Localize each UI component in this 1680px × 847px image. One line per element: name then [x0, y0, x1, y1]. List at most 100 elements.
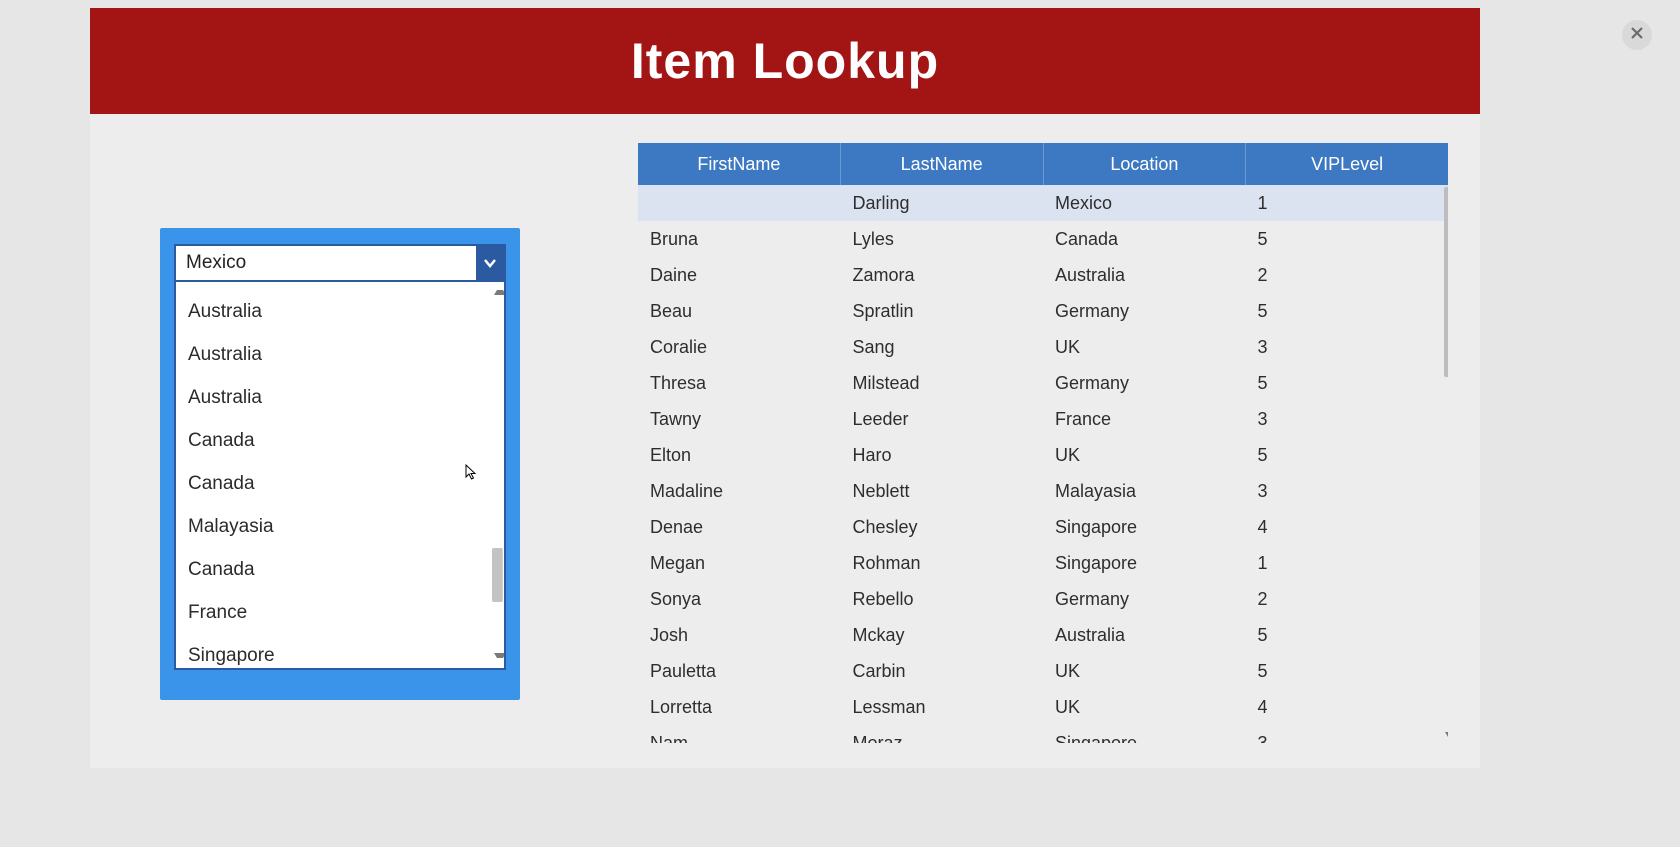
table-cell: Rebello: [841, 589, 1044, 610]
table-cell: Milstead: [841, 373, 1044, 394]
table-cell: 5: [1246, 229, 1449, 250]
table-row[interactable]: DarlingMexico1: [638, 185, 1448, 221]
table-cell: UK: [1043, 697, 1246, 718]
table-row[interactable]: TawnyLeederFrance3: [638, 401, 1448, 437]
dropdown-option[interactable]: France: [176, 591, 494, 634]
table-cell: 4: [1246, 517, 1449, 538]
column-header[interactable]: LastName: [841, 143, 1044, 185]
table-cell: Australia: [1043, 625, 1246, 646]
table-scrollbar[interactable]: [1444, 185, 1448, 743]
results-table: FirstNameLastNameLocationVIPLevel Darlin…: [638, 143, 1448, 743]
table-cell: Tawny: [638, 409, 841, 430]
table-cell: 1: [1246, 553, 1449, 574]
location-dropdown-container: Mexico AustraliaAustraliaAustraliaCanada…: [160, 228, 520, 700]
table-cell: Sonya: [638, 589, 841, 610]
table-cell: Singapore: [1043, 733, 1246, 744]
table-cell: 3: [1246, 409, 1449, 430]
table-row[interactable]: BeauSpratlinGermany5: [638, 293, 1448, 329]
table-cell: Moraz: [841, 733, 1044, 744]
table-row[interactable]: CoralieSangUK3: [638, 329, 1448, 365]
table-cell: Beau: [638, 301, 841, 322]
table-cell: Pauletta: [638, 661, 841, 682]
table-cell: Haro: [841, 445, 1044, 466]
location-dropdown-value: Mexico: [176, 252, 476, 274]
page-title: Item Lookup: [631, 32, 939, 90]
table-row[interactable]: MeganRohmanSingapore1: [638, 545, 1448, 581]
table-cell: 5: [1246, 445, 1449, 466]
table-cell: Coralie: [638, 337, 841, 358]
table-cell: UK: [1043, 337, 1246, 358]
table-cell: Singapore: [1043, 517, 1246, 538]
table-row[interactable]: PaulettaCarbinUK5: [638, 653, 1448, 689]
table-row[interactable]: NamMorazSingapore3: [638, 725, 1448, 743]
table-row[interactable]: JoshMckayAustralia5: [638, 617, 1448, 653]
page-root: Item Lookup Mexico AustraliaAustraliaAus…: [0, 0, 1680, 847]
table-cell: Germany: [1043, 373, 1246, 394]
table-row[interactable]: SonyaRebelloGermany2: [638, 581, 1448, 617]
table-cell: Chesley: [841, 517, 1044, 538]
table-cell: 5: [1246, 625, 1449, 646]
table-cell: 3: [1246, 337, 1449, 358]
dropdown-option[interactable]: Australia: [176, 290, 494, 333]
location-dropdown[interactable]: Mexico: [174, 244, 506, 282]
table-cell: Neblett: [841, 481, 1044, 502]
table-cell: 3: [1246, 733, 1449, 744]
dropdown-option[interactable]: Malayasia: [176, 505, 494, 548]
location-dropdown-list[interactable]: AustraliaAustraliaAustraliaCanadaCanadaM…: [174, 282, 506, 670]
table-cell: Lyles: [841, 229, 1044, 250]
dropdown-scrollbar[interactable]: [492, 284, 502, 664]
dropdown-option[interactable]: Singapore: [176, 634, 494, 670]
dropdown-option[interactable]: Canada: [176, 462, 494, 505]
table-header: FirstNameLastNameLocationVIPLevel: [638, 143, 1448, 185]
table-cell: Thresa: [638, 373, 841, 394]
table-row[interactable]: BrunaLylesCanada5: [638, 221, 1448, 257]
table-cell: Darling: [841, 193, 1044, 214]
table-cell: 5: [1246, 661, 1449, 682]
table-row[interactable]: DaineZamoraAustralia2: [638, 257, 1448, 293]
table-cell: Bruna: [638, 229, 841, 250]
table-row[interactable]: MadalineNeblettMalayasia3: [638, 473, 1448, 509]
table-cell: Carbin: [841, 661, 1044, 682]
table-cell: Spratlin: [841, 301, 1044, 322]
table-cell: Leeder: [841, 409, 1044, 430]
table-row[interactable]: EltonHaroUK5: [638, 437, 1448, 473]
title-banner: Item Lookup: [90, 8, 1480, 114]
table-cell: Sang: [841, 337, 1044, 358]
table-row[interactable]: DenaeChesleySingapore4: [638, 509, 1448, 545]
table-cell: Josh: [638, 625, 841, 646]
table-cell: Lorretta: [638, 697, 841, 718]
close-button[interactable]: [1622, 20, 1652, 50]
table-row[interactable]: LorrettaLessmanUK4: [638, 689, 1448, 725]
table-cell: Mckay: [841, 625, 1044, 646]
scrollbar-thumb[interactable]: [492, 548, 503, 602]
chevron-down-icon[interactable]: [476, 246, 504, 280]
table-cell: Germany: [1043, 589, 1246, 610]
scrollbar-thumb[interactable]: [1444, 187, 1448, 377]
table-cell: 5: [1246, 301, 1449, 322]
column-header[interactable]: Location: [1044, 143, 1247, 185]
table-cell: Australia: [1043, 265, 1246, 286]
table-cell: 2: [1246, 589, 1449, 610]
table-cell: Daine: [638, 265, 841, 286]
table-cell: Megan: [638, 553, 841, 574]
column-header[interactable]: VIPLevel: [1246, 143, 1448, 185]
table-cell: Madaline: [638, 481, 841, 502]
table-cell: Lessman: [841, 697, 1044, 718]
table-cell: UK: [1043, 445, 1246, 466]
dropdown-option[interactable]: Canada: [176, 419, 494, 462]
table-cell: 2: [1246, 265, 1449, 286]
table-cell: Denae: [638, 517, 841, 538]
table-cell: Canada: [1043, 229, 1246, 250]
table-row[interactable]: ThresaMilsteadGermany5: [638, 365, 1448, 401]
dropdown-option[interactable]: Canada: [176, 548, 494, 591]
dropdown-option[interactable]: Australia: [176, 376, 494, 419]
table-cell: Rohman: [841, 553, 1044, 574]
table-cell: Nam: [638, 733, 841, 744]
column-header[interactable]: FirstName: [638, 143, 841, 185]
table-cell: 4: [1246, 697, 1449, 718]
dropdown-option[interactable]: Australia: [176, 333, 494, 376]
table-body: DarlingMexico1BrunaLylesCanada5DaineZamo…: [638, 185, 1448, 743]
table-cell: 3: [1246, 481, 1449, 502]
table-cell: Zamora: [841, 265, 1044, 286]
table-cell: Germany: [1043, 301, 1246, 322]
